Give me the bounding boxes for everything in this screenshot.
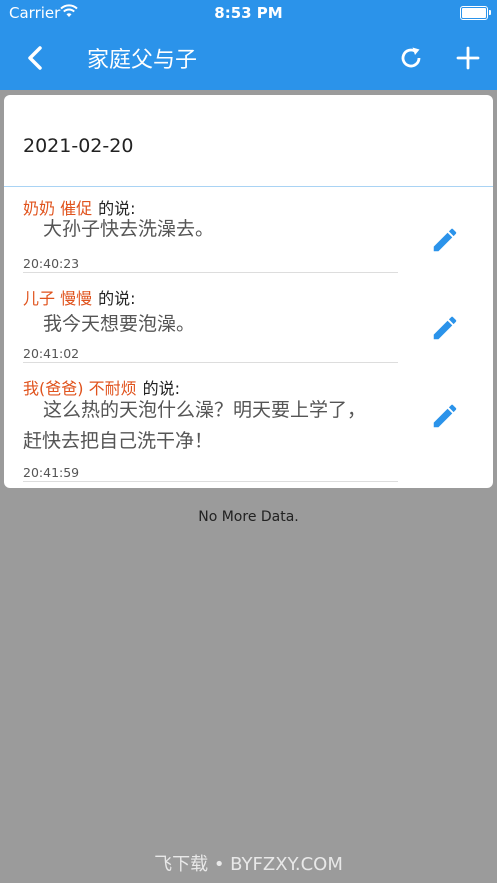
date-card: 2021-02-20 奶奶 催促 的说: 大孙子快去洗澡去。 20:40:23 儿… (4, 95, 493, 488)
refresh-icon[interactable] (398, 44, 424, 72)
message-content: 这么热的天泡什么澡？明天要上学了，赶快去把自己洗干净！ (23, 399, 367, 452)
message-content: 我今天想要泡澡。 (43, 313, 196, 335)
status-bar: Carrier 8:53 PM (0, 0, 497, 26)
status-time: 8:53 PM (214, 4, 283, 22)
back-chevron-icon[interactable] (22, 40, 52, 76)
divider (23, 481, 398, 482)
message-content: 大孙子快去洗澡去。 (43, 218, 215, 240)
nav-bar: 家庭父与子 (0, 26, 497, 90)
divider (23, 362, 398, 363)
battery-icon (460, 6, 491, 20)
date-header: 2021-02-20 (23, 135, 134, 157)
plus-icon[interactable] (455, 44, 481, 72)
no-more-data-label: No More Data. (198, 509, 299, 525)
divider (4, 186, 493, 187)
message-time: 20:41:59 (23, 465, 80, 480)
speaker-line: 儿子 慢慢 的说: (23, 285, 136, 309)
divider (23, 272, 398, 273)
message-time: 20:41:02 (23, 346, 80, 361)
watermark: 飞下载 • BYFZXY.COM (154, 854, 343, 875)
message-time: 20:40:23 (23, 256, 80, 271)
pencil-edit-icon[interactable] (430, 313, 460, 343)
pencil-edit-icon[interactable] (430, 401, 460, 431)
page-title: 家庭父与子 (87, 48, 198, 73)
speaker-said: 的说: (98, 289, 136, 308)
speaker-name: 儿子 慢慢 (23, 289, 93, 308)
pencil-edit-icon[interactable] (430, 225, 460, 255)
